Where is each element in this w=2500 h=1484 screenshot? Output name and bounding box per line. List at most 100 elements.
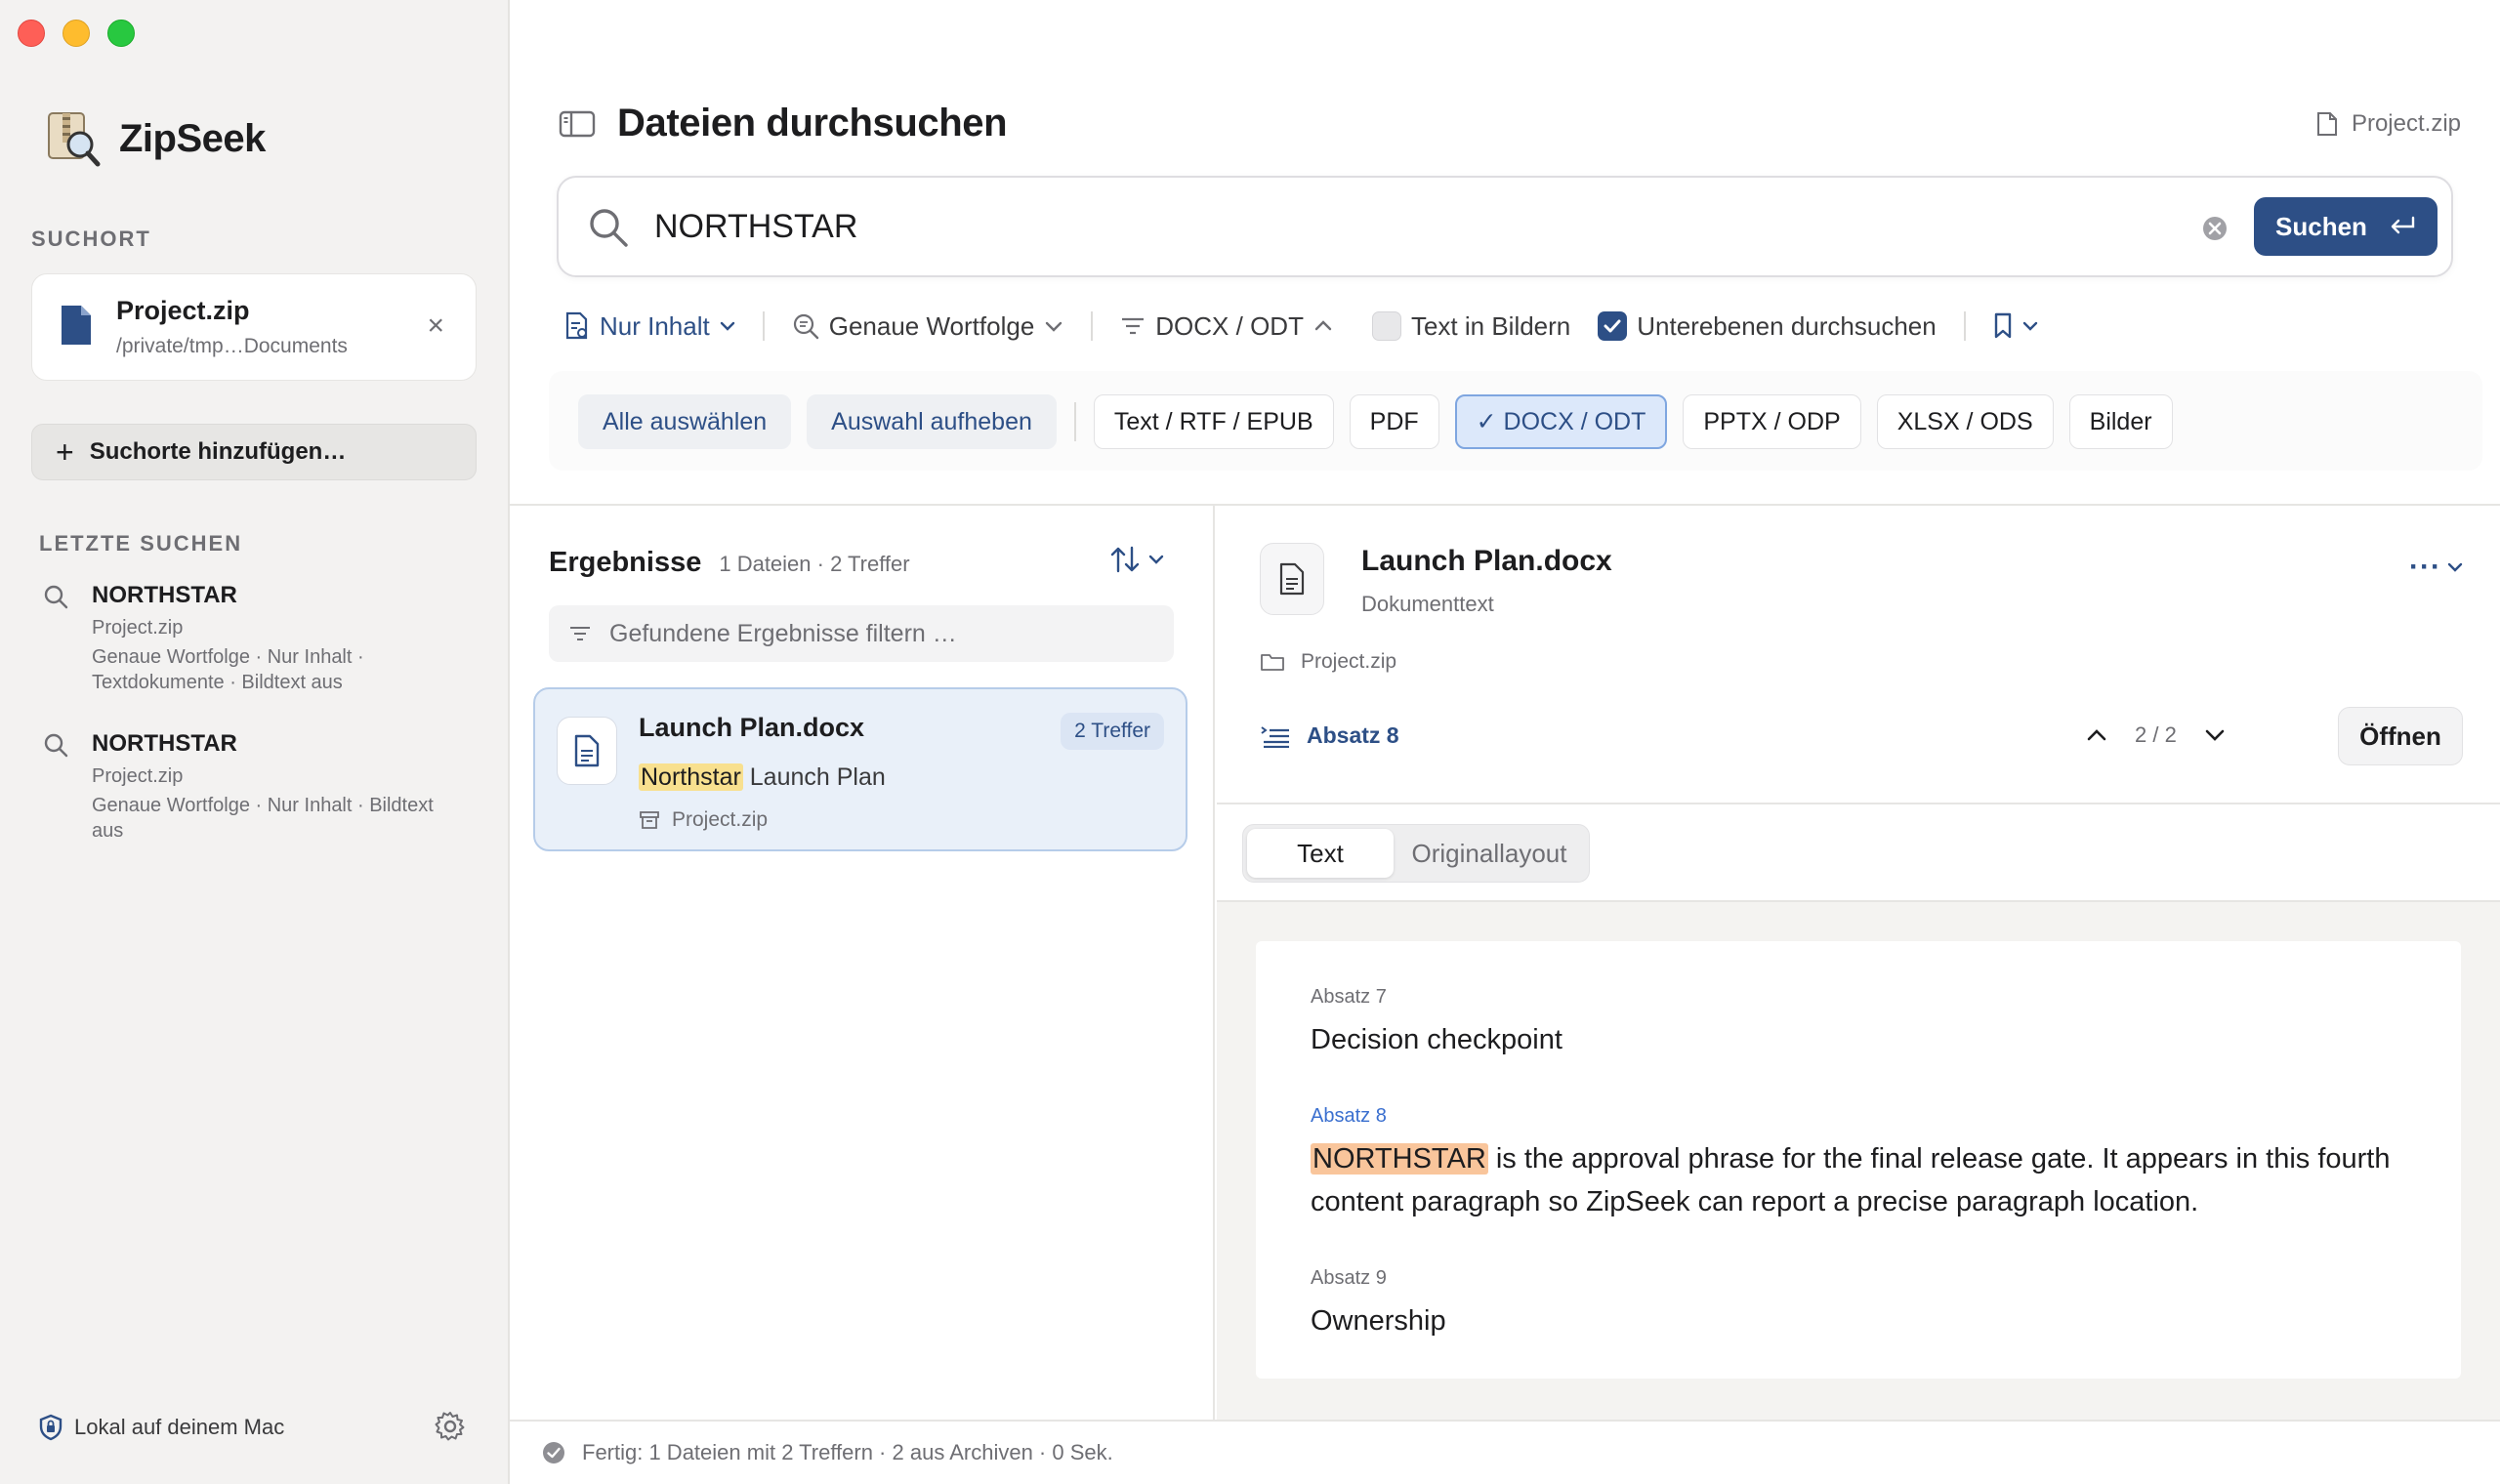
scope-label: Nur Inhalt [600, 310, 710, 341]
hit-navigator: 2 / 2 [2086, 722, 2226, 748]
recent-query: NORTHSTAR [92, 582, 237, 608]
add-location-button[interactable]: + Suchorte hinzufügen… [31, 424, 477, 480]
tab-text[interactable]: Text [1247, 829, 1394, 878]
chevron-down-icon[interactable] [2204, 727, 2226, 743]
chip-docx-odt[interactable]: ✓ DOCX / ODT [1454, 394, 1668, 449]
subfolders-label: Unterebenen durchsuchen [1637, 310, 1937, 341]
detail-path-text: Project.zip [1301, 650, 1397, 673]
search-icon [590, 209, 628, 247]
archive-icon [640, 811, 659, 829]
result-icon [557, 717, 617, 785]
bookmark-dropdown[interactable] [1993, 312, 2038, 340]
page-title: Dateien durchsuchen [617, 102, 1008, 144]
more-options-button[interactable]: ··· [2409, 551, 2463, 584]
recent-source: Project.zip [92, 765, 184, 787]
preview-card: Absatz 7 Decision checkpoint Absatz 8 NO… [1256, 941, 2461, 1379]
view-mode-segmented: Text Originallayout [1242, 824, 1590, 883]
paragraph-label: Absatz 8 [1307, 722, 1399, 748]
match-mode-label: Genaue Wortfolge [828, 310, 1035, 341]
search-button[interactable]: Suchen [2254, 197, 2438, 256]
chevron-up-icon[interactable] [2086, 727, 2107, 743]
chip-pptx-odp[interactable]: PPTX / ODP [1683, 394, 1861, 449]
results-filter-input[interactable]: Gefundene Ergebnisse filtern … [549, 605, 1174, 662]
subfolders-checkbox[interactable] [1598, 311, 1628, 341]
results-filter-placeholder: Gefundene Ergebnisse filtern … [609, 619, 957, 647]
filter-lines-icon [570, 627, 590, 640]
paragraph-locator[interactable]: Absatz 8 [1260, 722, 1399, 749]
recent-description: Genaue Wortfolge · Nur Inhalt · Bildtext… [92, 795, 434, 842]
shield-icon [39, 1414, 62, 1441]
checkmark-icon [1604, 319, 1621, 333]
detail-file-name: Launch Plan.docx [1361, 545, 1612, 577]
text-in-images-toggle[interactable]: Text in Bildern [1371, 311, 1570, 342]
local-label: Lokal auf deinem Mac [74, 1415, 285, 1439]
search-input[interactable] [654, 197, 2119, 256]
select-all-button[interactable]: Alle auswählen [578, 394, 792, 449]
search-location-card[interactable]: Project.zip /private/tmp…Documents × [31, 273, 477, 381]
scope-dropdown[interactable]: Nur Inhalt [564, 311, 735, 342]
search-icon [44, 585, 68, 609]
return-key-icon [2391, 216, 2415, 234]
location-name: Project.zip [116, 296, 250, 325]
snippet-text: Launch Plan [742, 763, 886, 791]
text-in-images-checkbox[interactable] [1371, 311, 1401, 341]
sidebar-toggle-icon[interactable] [559, 110, 596, 138]
document-icon [574, 734, 600, 767]
open-button[interactable]: Öffnen [2338, 707, 2463, 765]
folder-icon [1261, 654, 1284, 671]
main-area: Dateien durchsuchen Project.zip Suchen N… [510, 0, 2500, 1484]
recent-source: Project.zip [92, 617, 184, 639]
file-type-chips: Alle auswählen Auswahl aufheben Text / R… [549, 371, 2482, 471]
chevron-down-icon [2447, 562, 2463, 572]
search-location-label: SUCHORT [31, 227, 151, 251]
magnifier-text-icon [793, 313, 818, 340]
sort-button[interactable] [1109, 545, 1164, 574]
chip-pdf[interactable]: PDF [1349, 394, 1439, 449]
document-icon [1279, 562, 1305, 596]
sort-icon [1110, 546, 1140, 573]
gear-icon[interactable] [434, 1410, 467, 1443]
filter-lines-icon [1122, 317, 1145, 335]
result-source: Project.zip [639, 808, 768, 832]
deselect-button[interactable]: Auswahl aufheben [807, 394, 1057, 449]
close-window-button[interactable] [18, 20, 45, 47]
snippet-highlight: Northstar [639, 763, 743, 791]
clear-search-icon[interactable] [2201, 215, 2229, 242]
paragraph-number: Absatz 9 [1311, 1267, 1387, 1289]
paragraph-text: Decision checkpoint [1311, 1024, 1562, 1055]
tab-original-layout[interactable]: Originallayout [1394, 829, 1585, 878]
detail-panel: Launch Plan.docx Dokumenttext ··· Projec… [1217, 506, 2500, 1420]
results-count: 1 Dateien · 2 Treffer [719, 552, 910, 576]
result-snippet: Northstar Launch Plan [639, 763, 886, 792]
result-item[interactable]: Launch Plan.docx 2 Treffer Northstar Lau… [533, 687, 1188, 851]
zoom-window-button[interactable] [107, 20, 135, 47]
header-file-name: Project.zip [2351, 110, 2461, 137]
chip-text-rtf-epub[interactable]: Text / RTF / EPUB [1093, 394, 1334, 449]
app-brand: ZipSeek [43, 109, 266, 168]
remove-location-close-icon[interactable]: × [427, 311, 444, 341]
hit-count-badge: 2 Treffer [1061, 713, 1164, 750]
search-icon [44, 733, 68, 758]
hit-highlight: NORTHSTAR [1311, 1143, 1488, 1175]
paragraph-block: Absatz 7 Decision checkpoint [1311, 986, 2414, 1061]
hit-position: 2 / 2 [2135, 722, 2177, 747]
add-location-label: Suchorte hinzufügen… [89, 438, 347, 465]
file-types-dropdown[interactable]: DOCX / ODT [1120, 311, 1333, 342]
window-controls [18, 20, 135, 47]
chip-images[interactable]: Bilder [2068, 394, 2173, 449]
app-name: ZipSeek [119, 116, 266, 160]
app-window: ZipSeek SUCHORT Project.zip /private/tmp… [0, 0, 2500, 1484]
match-mode-dropdown[interactable]: Genaue Wortfolge [792, 311, 1064, 342]
result-source-name: Project.zip [672, 808, 769, 831]
minimize-window-button[interactable] [62, 20, 90, 47]
subfolders-toggle[interactable]: Unterebenen durchsuchen [1598, 310, 1937, 342]
sidebar: ZipSeek SUCHORT Project.zip /private/tmp… [0, 0, 510, 1484]
file-icon [2316, 112, 2337, 136]
divider [1217, 803, 2500, 804]
file-types-label: DOCX / ODT [1155, 310, 1304, 341]
chevron-up-icon [1314, 320, 1332, 331]
paragraph-number: Absatz 7 [1311, 986, 1387, 1008]
document-search-icon [565, 311, 588, 340]
zipseek-logo-icon [48, 112, 101, 167]
chip-xlsx-ods[interactable]: XLSX / ODS [1876, 394, 2054, 449]
